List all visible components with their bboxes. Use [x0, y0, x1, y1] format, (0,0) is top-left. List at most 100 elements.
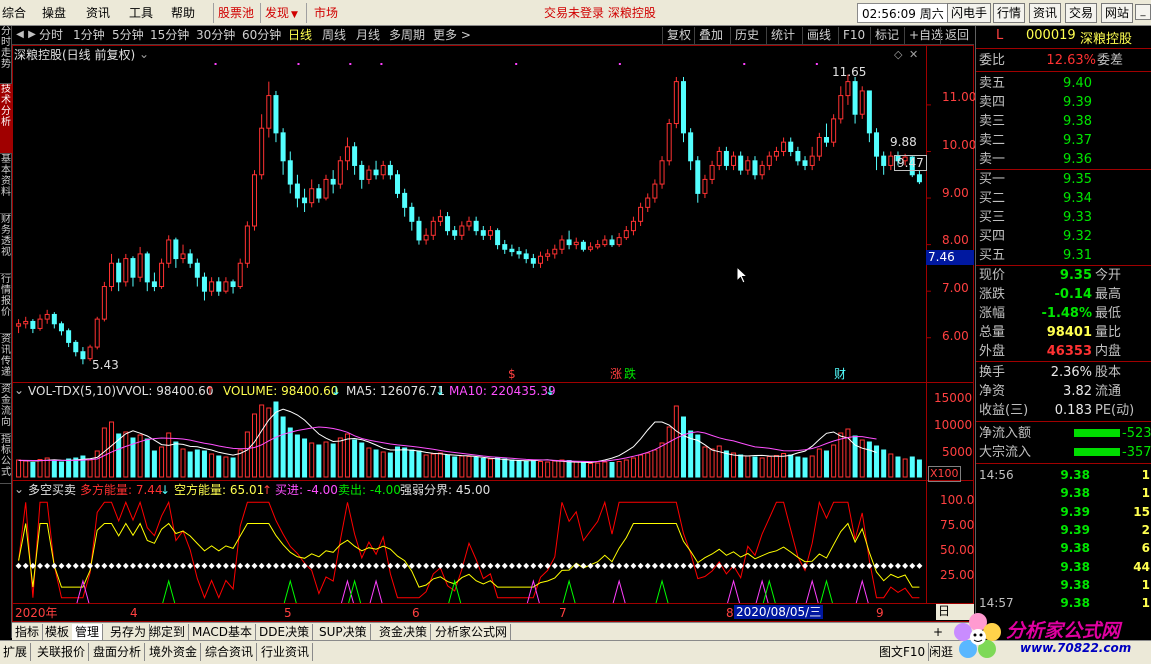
- period-5min[interactable]: 5分钟: [112, 27, 144, 43]
- ask-row[interactable]: 卖五 9.40: [976, 74, 1151, 93]
- menu-discover[interactable]: 发现: [265, 4, 289, 22]
- f10-graphic-tab[interactable]: 图文F10: [876, 643, 930, 661]
- date-axis-label: 7: [559, 606, 567, 620]
- bid-row[interactable]: 买五 9.31: [976, 246, 1151, 265]
- chart-area[interactable]: 深粮控股(日线 前复权) ⌄ ◇ ✕ 11.00 10.00 9.00 8.00…: [12, 45, 976, 622]
- menu-overview[interactable]: 综合: [2, 4, 26, 22]
- quotes-button[interactable]: 行情: [993, 3, 1026, 23]
- statistics-button[interactable]: 统计: [766, 27, 799, 44]
- flash-trade-button[interactable]: 闪电手: [947, 3, 992, 23]
- volume-bar: [580, 462, 586, 478]
- candle-body: [137, 253, 143, 278]
- menu-market[interactable]: 市场: [314, 4, 338, 22]
- period-15min[interactable]: 15分钟: [150, 27, 189, 43]
- f10-button[interactable]: F10: [838, 27, 869, 44]
- mark-button[interactable]: 标记: [870, 27, 903, 44]
- indicator-tab[interactable]: MACD基本: [189, 624, 256, 640]
- indicator-tab[interactable]: 绑定到: [146, 624, 190, 640]
- period-more[interactable]: 更多 >: [433, 27, 471, 43]
- bid-label: 买三: [979, 210, 1006, 225]
- add-indicator-icon[interactable]: +: [930, 624, 946, 640]
- menu-tools[interactable]: 工具: [129, 4, 153, 22]
- threshold-marker: [608, 562, 615, 569]
- bottom-tab[interactable]: 关联报价: [34, 643, 90, 661]
- tab-technical-analysis[interactable]: 技术分析: [0, 84, 12, 154]
- threshold-marker: [172, 562, 179, 569]
- period-1min[interactable]: 1分钟: [73, 27, 105, 43]
- adjust-button[interactable]: 复权: [662, 27, 695, 44]
- tab-fundamentals[interactable]: 基本资料: [0, 154, 12, 214]
- volume-bar: [294, 434, 300, 478]
- event-marker-fall[interactable]: 跌: [624, 367, 636, 381]
- bid-row[interactable]: 买三 9.33: [976, 208, 1151, 227]
- ask-row[interactable]: 卖四 9.39: [976, 93, 1151, 112]
- period-intraday[interactable]: 分时: [39, 27, 63, 43]
- tab-news-feed[interactable]: 资讯传递: [0, 334, 12, 384]
- market-flag: L: [996, 28, 1004, 43]
- event-marker-finance[interactable]: 财: [834, 367, 846, 381]
- event-marker[interactable]: $: [508, 367, 516, 381]
- bid-row[interactable]: 买一 9.35: [976, 170, 1151, 189]
- indicator-tab[interactable]: DDE决策: [256, 624, 314, 640]
- chevron-down-icon[interactable]: ⌄: [14, 383, 24, 397]
- overlay-button[interactable]: 叠加: [694, 27, 727, 44]
- kline-chart[interactable]: [12, 45, 974, 622]
- candle-body: [545, 253, 551, 257]
- menu-help[interactable]: 帮助: [171, 4, 195, 22]
- period-monthly[interactable]: 月线: [356, 27, 380, 43]
- chevron-down-icon[interactable]: ⌄: [14, 482, 24, 496]
- indicator-tab[interactable]: 另存为: [107, 624, 151, 640]
- tab-intraday[interactable]: 分时走势: [0, 26, 12, 84]
- bid-row[interactable]: 买四 9.32: [976, 227, 1151, 246]
- chevron-down-icon[interactable]: ▼: [291, 6, 298, 24]
- stat-value: 2.36%: [1050, 365, 1092, 380]
- ask-row[interactable]: 卖三 9.38: [976, 112, 1151, 131]
- threshold-marker: [394, 562, 401, 569]
- ask-row[interactable]: 卖二 9.37: [976, 131, 1151, 150]
- tab-money-flow[interactable]: 资金流向: [0, 384, 12, 434]
- draw-line-button[interactable]: 画线: [802, 27, 835, 44]
- indicator-tab[interactable]: 模板: [42, 624, 74, 640]
- nav-forward-icon[interactable]: ▶: [26, 28, 38, 42]
- minimize-icon[interactable]: _: [1135, 4, 1151, 20]
- period-60min[interactable]: 60分钟: [242, 27, 281, 43]
- back-button[interactable]: 返回: [940, 27, 973, 44]
- indicator-tab[interactable]: 指标: [12, 624, 44, 640]
- bottom-tab[interactable]: 行业资讯: [258, 643, 314, 661]
- chevron-down-icon[interactable]: ⌄: [139, 47, 149, 61]
- nav-back-icon[interactable]: ◀: [14, 28, 26, 42]
- menu-stock-pool[interactable]: 股票池: [218, 4, 254, 22]
- news-button[interactable]: 资讯: [1029, 3, 1062, 23]
- menu-news[interactable]: 资讯: [86, 4, 110, 22]
- indicator-tab[interactable]: 管理: [72, 624, 104, 640]
- bottom-tab[interactable]: 扩展: [0, 643, 32, 661]
- threshold-marker: [44, 562, 51, 569]
- bottom-tab[interactable]: 境外资金: [146, 643, 202, 661]
- candle-body: [888, 155, 894, 166]
- tab-quotes[interactable]: 行情报价: [0, 274, 12, 334]
- tab-financials[interactable]: 财务透视: [0, 214, 12, 274]
- bottom-tab[interactable]: 综合资讯: [202, 643, 258, 661]
- candle-body: [466, 220, 472, 227]
- period-weekly[interactable]: 周线: [322, 27, 346, 43]
- indicator-tab[interactable]: SUP决策: [316, 624, 371, 640]
- period-multi[interactable]: 多周期: [389, 27, 425, 43]
- period-daily[interactable]: 日线: [288, 27, 312, 43]
- tick-volume: 1: [1141, 577, 1150, 592]
- volume-bar: [638, 454, 644, 478]
- indicator-tab[interactable]: 分析家公式网: [432, 624, 512, 640]
- trade-button[interactable]: 交易: [1065, 3, 1098, 23]
- tab-formulas[interactable]: 指标公式: [0, 434, 12, 484]
- bid-row[interactable]: 买二 9.34: [976, 189, 1151, 208]
- menu-trade-ops[interactable]: 操盘: [42, 4, 66, 22]
- close-icon[interactable]: ✕: [909, 48, 918, 62]
- period-30min[interactable]: 30分钟: [196, 27, 235, 43]
- event-marker-rise[interactable]: 涨: [610, 367, 622, 381]
- indicator-tab[interactable]: 资金决策: [376, 624, 432, 640]
- bottom-tab[interactable]: 盘面分析: [90, 643, 146, 661]
- ask-row[interactable]: 卖一 9.36: [976, 150, 1151, 169]
- history-button[interactable]: 历史: [730, 27, 763, 44]
- diamond-icon[interactable]: ◇: [894, 48, 902, 62]
- stat-label: 流通: [1095, 384, 1122, 399]
- website-button[interactable]: 网站: [1101, 3, 1134, 23]
